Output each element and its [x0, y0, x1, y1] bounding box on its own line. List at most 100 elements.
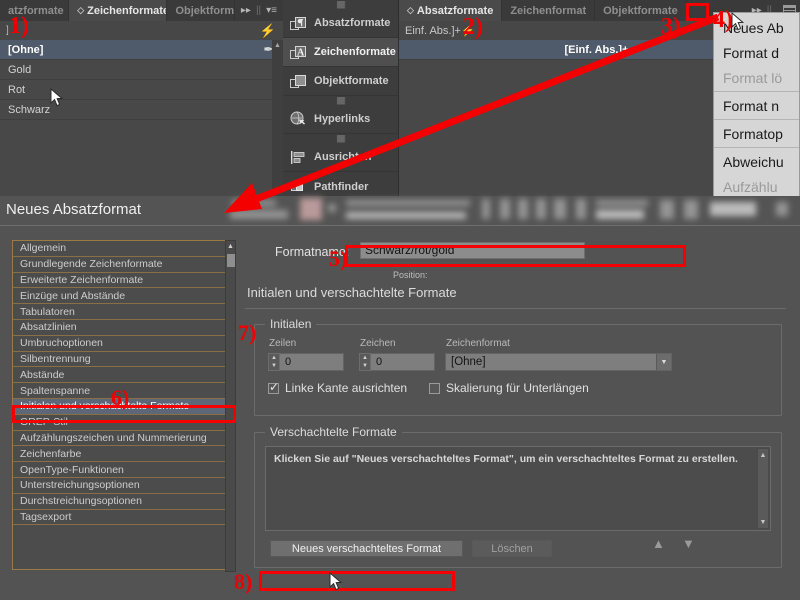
zeichen-stepper-arrows[interactable]: ▲ ▼ [359, 353, 371, 371]
align-left-edge-checkbox[interactable] [268, 380, 279, 394]
menu-item-format-duplizieren[interactable]: Format d [714, 40, 799, 65]
nav-item-tabulatoren[interactable]: Tabulatoren [13, 304, 235, 320]
scroll-up-arrow-icon[interactable]: ▲ [272, 40, 283, 51]
style-row-gold[interactable]: Gold [0, 60, 283, 80]
style-label: [Ohne] [8, 43, 44, 56]
align-left-edge-checkbox-row[interactable]: Linke Kante ausrichten [268, 380, 407, 395]
nav-scroll-up-arrow-icon[interactable]: ▲ [226, 241, 235, 252]
character-styles-list[interactable]: [Ohne] ✒ Gold Rot Schwarz ▲ [0, 40, 283, 196]
style-row-rot[interactable]: Rot [0, 80, 283, 100]
nav-item-umbruchoptionen[interactable]: Umbruchoptionen [13, 336, 235, 352]
zeilen-decrement-icon[interactable]: ▼ [269, 362, 279, 370]
nav-item-label: Einzüge und Abstände [20, 289, 126, 302]
nav-item-zeichenfarbe[interactable]: Zeichenfarbe [13, 446, 235, 463]
zeichen-stepper[interactable]: ▲ ▼ 0 [359, 353, 435, 371]
dock-item-absatzformate[interactable]: Absatzformate [283, 9, 398, 38]
dock-item-hyperlinks[interactable]: Hyperlinks [283, 105, 398, 134]
nav-item-label: Silbentrennung [20, 352, 91, 365]
nested-listbox-scrollbar[interactable]: ▲ ▼ [757, 448, 769, 529]
nav-item-absatzlinien[interactable]: Absatzlinien [13, 320, 235, 336]
scale-descenders-checkbox[interactable] [429, 382, 440, 394]
dock-item-label: Ausrichten [314, 151, 372, 163]
menu-item-label: Format n [723, 97, 780, 114]
dock-item-zeichenformate[interactable]: A Zeichenformate [283, 38, 398, 67]
nav-item-label: Erweiterte Zeichenformate [20, 273, 144, 286]
nested-styles-listbox[interactable]: Klicken Sie auf "Neues verschachteltes F… [265, 446, 771, 531]
nested-scroll-up-arrow-icon[interactable]: ▲ [758, 449, 768, 461]
zeichenformat-dropdown[interactable]: [Ohne] ▼ [445, 353, 672, 371]
panel-flyout-menu[interactable]: Neues Ab Format d Format lö Format n For… [713, 12, 800, 202]
style-label: Schwarz [8, 103, 51, 116]
nav-item-label: Durchstreichungsoptionen [20, 495, 142, 508]
annotation-1: 1) [9, 13, 29, 39]
annotation-8: 8) [234, 569, 253, 594]
nav-item-label: Absatzlinien [20, 321, 77, 334]
mouse-cursor-new-nested-button [329, 572, 342, 591]
menu-separator-2 [714, 119, 799, 120]
menu-item-formatoptionen[interactable]: Formatop [714, 121, 799, 146]
nav-item-unterstreichungsoptionen[interactable]: Unterstreichungsoptionen [13, 478, 235, 494]
expand-panel-icon[interactable]: ▸▸ [241, 5, 251, 16]
dock-item-ausrichten[interactable]: Ausrichten [283, 143, 398, 172]
nav-item-abstaende[interactable]: Abstände [13, 367, 235, 384]
move-up-button[interactable]: ▲ [652, 536, 665, 551]
zeichen-label: Zeichen [360, 338, 396, 349]
tabstrip-divider: || [255, 5, 262, 16]
annotation-3: 3) [661, 14, 681, 40]
zeichen-increment-icon[interactable]: ▲ [360, 354, 370, 362]
tab-zeichenformat-right[interactable]: Zeichenformat [502, 0, 596, 21]
nav-scroll-thumb[interactable] [227, 254, 235, 267]
dock-grip-1[interactable]: |||||||| [283, 0, 398, 9]
scale-descenders-checkbox-row[interactable]: Skalierung für Unterlängen [429, 381, 589, 395]
style-row-ohne[interactable]: [Ohne] ✒ [0, 40, 283, 60]
quick-apply-bolt-icon[interactable]: ⚡ [260, 23, 276, 39]
nav-item-allgemein[interactable]: Allgemein [13, 241, 235, 257]
chevron-down-icon[interactable]: ▼ [656, 354, 671, 370]
paragraph-style-icon [290, 15, 307, 32]
zeilen-stepper-arrows[interactable]: ▲ ▼ [268, 353, 280, 371]
nav-item-label: Aufzählungszeichen und Nummerierung [20, 431, 207, 444]
nested-scroll-down-arrow-icon[interactable]: ▼ [758, 516, 768, 528]
dock-grip-2[interactable]: |||||||| [283, 96, 398, 105]
nav-item-durchstreichungsoptionen[interactable]: Durchstreichungsoptionen [13, 494, 235, 510]
hyperlinks-icon [290, 111, 307, 128]
nav-item-tagsexport[interactable]: Tagsexport [13, 510, 235, 526]
dialog-title: Neues Absatzformat [6, 201, 142, 218]
zeichenformat-label: Zeichenformat [446, 338, 510, 349]
panel-dock: |||||||| Absatzformate A Zeichenformate … [283, 0, 399, 196]
tab-objektformate-left[interactable]: Objektformate [167, 0, 235, 21]
nav-item-grundlegende-zeichenformate[interactable]: Grundlegende Zeichenformate [13, 257, 235, 273]
nav-item-aufzaehlungszeichen-und-nummerierung[interactable]: Aufzählungszeichen und Nummerierung [13, 431, 235, 447]
dock-item-label: Objektformate [314, 75, 389, 87]
menu-item-format-neu-definieren[interactable]: Format n [714, 93, 799, 118]
delete-nested-style-button: Löschen [472, 540, 552, 557]
tab-label: Zeichenformat [510, 4, 587, 17]
tab-zeichenformate-left[interactable]: ◇ Zeichenformate [69, 0, 168, 21]
character-styles-panel: atzformate ◇ Zeichenformate Objektformat… [0, 0, 284, 196]
zeilen-increment-icon[interactable]: ▲ [269, 354, 279, 362]
move-down-button[interactable]: ▼ [682, 536, 695, 551]
nav-item-einzuege-und-abstaende[interactable]: Einzüge und Abstände [13, 288, 235, 305]
nav-item-label: Grundlegende Zeichenformate [20, 258, 163, 271]
nav-item-silbentrennung[interactable]: Silbentrennung [13, 352, 235, 368]
content-divider [245, 308, 786, 309]
dock-item-objektformate[interactable]: Objektformate [283, 67, 398, 96]
zeilen-stepper[interactable]: ▲ ▼ 0 [268, 353, 344, 371]
menu-item-abweichungen[interactable]: Abweichu [714, 149, 799, 174]
new-nested-style-label: Neues verschachteltes Format [291, 542, 442, 555]
zeilen-input[interactable]: 0 [280, 353, 344, 371]
new-nested-style-button[interactable]: Neues verschachteltes Format [270, 540, 463, 557]
dock-grip-3[interactable]: |||||||| [283, 134, 398, 143]
panel-menu-icon[interactable]: ▾≡ [266, 5, 277, 16]
zeichen-input[interactable]: 0 [371, 353, 435, 371]
left-panel-tab-controls: ▸▸ || ▾≡ [234, 0, 284, 21]
nav-item-opentype-funktionen[interactable]: OpenType-Funktionen [13, 462, 235, 478]
style-row-schwarz[interactable]: Schwarz [0, 100, 283, 120]
diamond-icon: ◇ [407, 5, 414, 15]
zeichen-decrement-icon[interactable]: ▼ [360, 362, 370, 370]
tab-absatzformate-right[interactable]: ◇ Absatzformate [399, 0, 503, 21]
nav-item-label: Tagsexport [20, 510, 72, 523]
left-panel-scrollbar[interactable]: ▲ [272, 40, 283, 196]
annotation-4: 4) [713, 7, 733, 33]
nav-item-erweiterte-zeichenformate[interactable]: Erweiterte Zeichenformate [13, 273, 235, 289]
